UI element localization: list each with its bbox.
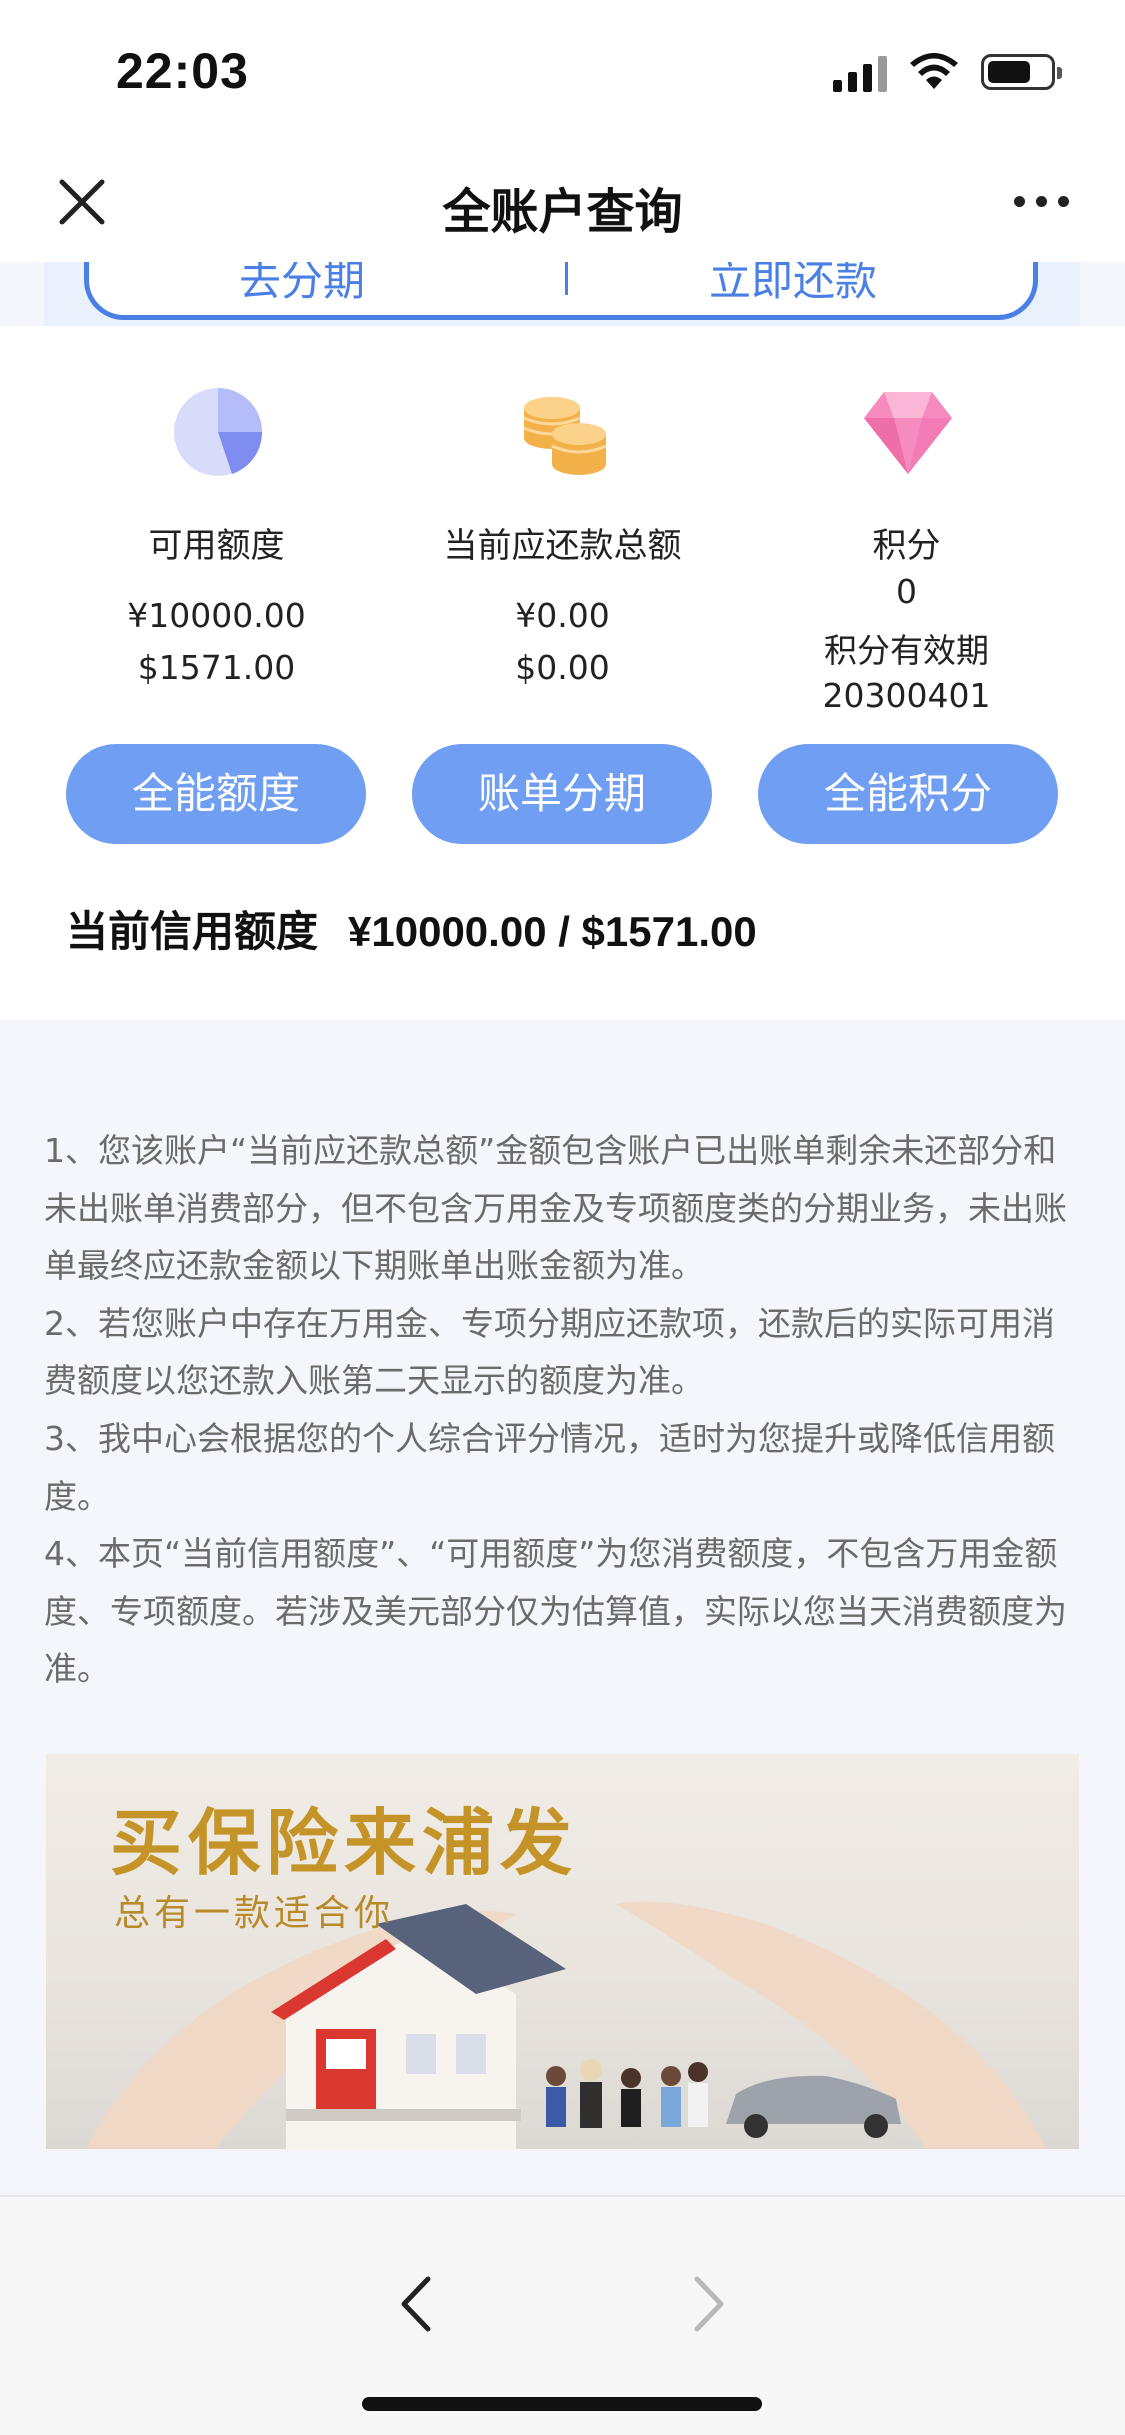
status-time: 22:03 [116, 43, 249, 99]
amount-due-usd: $0.00 [515, 648, 610, 687]
all-purpose-points-button[interactable]: 全能积分 [758, 744, 1058, 844]
amount-due-cny: ¥0.00 [515, 596, 610, 635]
banner-subtitle: 总有一款适合你 [114, 1893, 395, 1934]
note-item: 2、若您账户中存在万用金、专项分期应还款项，还款后的实际可用消费额度以您还款入账… [44, 1303, 1055, 1401]
all-purpose-credit-button[interactable]: 全能额度 [66, 744, 366, 844]
home-indicator [362, 2397, 762, 2411]
pie-chart-icon [174, 388, 263, 476]
credit-limit-label: 当前信用额度 [66, 908, 319, 955]
repayment-card: 去分期 立即还款 [84, 262, 1038, 320]
bill-installment-button[interactable]: 账单分期 [412, 744, 712, 844]
insurance-banner[interactable]: 买保险来浦发 总有一款适合你 [46, 1754, 1079, 2149]
installment-button[interactable]: 去分期 [239, 262, 365, 308]
battery-icon [981, 54, 1062, 90]
available-credit-label: 可用额度 [148, 526, 285, 566]
repay-now-button[interactable]: 立即还款 [709, 262, 877, 308]
points-expiry-label: 积分有效期 [824, 631, 989, 670]
status-bar: 22:03 [0, 0, 1125, 150]
coins-icon [523, 397, 607, 475]
notes-section: 1、您该账户“当前应还款总额”金额包含账户已出账单剩余未还部分和未出账单消费部分… [44, 1122, 1084, 1698]
nav-bar: 全账户查询 [0, 150, 1125, 262]
forward-arrow-icon[interactable] [683, 2269, 733, 2339]
diamond-icon [864, 392, 952, 474]
current-credit-limit: 当前信用额度 ¥10000.00 / $1571.00 [66, 898, 757, 959]
points-value: 0 [896, 572, 917, 611]
banner-title: 买保险来浦发 [110, 1800, 579, 1885]
note-item: 1、您该账户“当前应还款总额”金额包含账户已出账单剩余未还部分和未出账单消费部分… [44, 1131, 1067, 1286]
available-credit-usd: $1571.00 [137, 648, 296, 687]
back-arrow-icon[interactable] [392, 2269, 442, 2339]
cellular-signal-icon [833, 52, 887, 92]
wifi-icon [910, 53, 958, 89]
page-title: 全账户查询 [442, 184, 683, 240]
note-item: 3、我中心会根据您的个人综合评分情况，适时为您提升或降低信用额度。 [44, 1418, 1055, 1516]
account-summary: 可用额度 ¥10000.00 $1571.00 全能额度 当前应还款总额 ¥0.… [0, 326, 1125, 1020]
available-credit-cny: ¥10000.00 [127, 596, 306, 635]
points-expiry-date: 20300401 [822, 676, 991, 715]
more-icon[interactable] [1014, 196, 1069, 207]
amount-due-label: 当前应还款总额 [443, 526, 682, 566]
top-card-strip: 去分期 立即还款 [44, 262, 1080, 326]
points-label: 积分 [872, 526, 941, 566]
note-item: 4、本页“当前信用额度”、“可用额度”为您消费额度，不包含万用金额度、专项额度。… [44, 1534, 1067, 1689]
status-icons [833, 52, 1062, 92]
credit-limit-value: ¥10000.00 / $1571.00 [348, 908, 757, 955]
card-divider [565, 262, 568, 295]
